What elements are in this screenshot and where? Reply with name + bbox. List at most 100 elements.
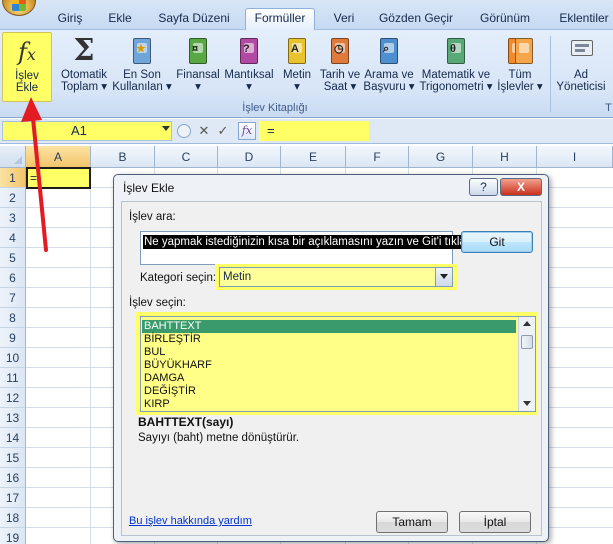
select-function-label: İşlev seçin: bbox=[129, 297, 186, 309]
tab-view[interactable]: Görünüm bbox=[472, 9, 538, 30]
row-header-14[interactable]: 14 bbox=[0, 428, 26, 448]
recent-book-icon: ★ bbox=[127, 36, 157, 66]
column-header-a[interactable]: A bbox=[26, 146, 91, 168]
select-all-corner[interactable] bbox=[0, 146, 26, 168]
financial-button[interactable]: ¤ Finansal ▾ bbox=[174, 32, 222, 102]
cancel-x-icon[interactable]: ✕ bbox=[196, 122, 212, 140]
formula-input[interactable]: = bbox=[259, 121, 369, 141]
active-cell-a1[interactable]: = bbox=[26, 167, 91, 189]
search-function-label: İşlev ara: bbox=[129, 211, 176, 223]
name-manager-label-1: Ad bbox=[573, 69, 589, 81]
row-header-2[interactable]: 2 bbox=[0, 188, 26, 208]
row-header-11[interactable]: 11 bbox=[0, 368, 26, 388]
column-header-b[interactable]: B bbox=[91, 146, 155, 168]
name-manager-icon bbox=[566, 36, 596, 66]
function-list-item[interactable]: DAMGA bbox=[142, 372, 516, 385]
function-listbox[interactable]: BAHTTEXT BİRLEŞTİR BUL BÜYÜKHARF DAMGA D… bbox=[140, 316, 536, 412]
row-header-19[interactable]: 19 bbox=[0, 528, 26, 544]
cancel-button[interactable]: İptal bbox=[459, 511, 531, 533]
row-header-5[interactable]: 5 bbox=[0, 248, 26, 268]
dialog-close-button[interactable]: X bbox=[500, 178, 542, 196]
logical-label-1: Mantıksal bbox=[224, 69, 274, 81]
scroll-down-icon[interactable] bbox=[523, 401, 531, 406]
scroll-thumb[interactable] bbox=[521, 335, 533, 349]
insert-function-label-1: İşlev bbox=[15, 70, 39, 82]
function-signature: BAHTTEXT(sayı) bbox=[138, 415, 234, 429]
category-value: Metin bbox=[223, 271, 252, 283]
row-header-10[interactable]: 10 bbox=[0, 348, 26, 368]
tab-home[interactable]: Giriş bbox=[50, 9, 90, 30]
date-time-book-icon: ◷ bbox=[325, 36, 355, 66]
function-list-item[interactable]: BAHTTEXT bbox=[142, 320, 516, 333]
column-header-e[interactable]: E bbox=[281, 146, 346, 168]
row-header-18[interactable]: 18 bbox=[0, 508, 26, 528]
tab-addins[interactable]: Eklentiler bbox=[553, 9, 613, 30]
dialog-body: İşlev ara: Ne yapmak istediğinizin kısa … bbox=[121, 201, 542, 536]
function-list-item[interactable]: BİRLEŞTİR bbox=[142, 333, 516, 346]
text-label-1: Metin bbox=[282, 69, 312, 81]
function-list-scrollbar[interactable] bbox=[518, 317, 535, 411]
row-header-3[interactable]: 3 bbox=[0, 208, 26, 228]
name-manager-button[interactable]: Ad Yöneticisi bbox=[553, 32, 609, 102]
category-select[interactable]: Metin bbox=[219, 267, 453, 287]
row-header-1[interactable]: 1 bbox=[0, 168, 26, 188]
math-trig-button[interactable]: θ Matematik ve Trigonometri ▾ bbox=[415, 32, 497, 102]
row-header-15[interactable]: 15 bbox=[0, 448, 26, 468]
column-header-h[interactable]: H bbox=[473, 146, 537, 168]
insert-function-button[interactable]: fx İşlev Ekle bbox=[2, 32, 52, 102]
column-header-f[interactable]: F bbox=[346, 146, 409, 168]
lookup-reference-button[interactable]: ⌕ Arama ve Başvuru ▾ bbox=[363, 32, 415, 102]
row-header-13[interactable]: 13 bbox=[0, 408, 26, 428]
row-header-7[interactable]: 7 bbox=[0, 288, 26, 308]
row-header-17[interactable]: 17 bbox=[0, 488, 26, 508]
tab-insert[interactable]: Ekle bbox=[100, 9, 140, 30]
tab-formulas[interactable]: Formüller bbox=[245, 8, 315, 30]
column-header-g[interactable]: G bbox=[409, 146, 473, 168]
tab-review[interactable]: Gözden Geçir bbox=[374, 9, 458, 30]
go-button[interactable]: Git bbox=[461, 231, 533, 253]
row-header-4[interactable]: 4 bbox=[0, 228, 26, 248]
function-list-item[interactable]: KIRP bbox=[142, 398, 516, 411]
function-list-item[interactable]: BÜYÜKHARF bbox=[142, 359, 516, 372]
row-header-8[interactable]: 8 bbox=[0, 308, 26, 328]
recently-used-label-2: Kullanılan ▾ bbox=[112, 81, 172, 93]
row-header-16[interactable]: 16 bbox=[0, 468, 26, 488]
math-label-1: Matematik ve bbox=[421, 69, 491, 81]
ribbon-formulas: fx İşlev Ekle Σ Otomatik Toplam ▾ ★ En S… bbox=[0, 30, 613, 118]
search-function-input[interactable]: Ne yapmak istediğinizin kısa bir açıklam… bbox=[140, 231, 480, 265]
lookup-label-2: Başvuru ▾ bbox=[363, 81, 415, 93]
category-dropdown-icon[interactable] bbox=[435, 268, 452, 286]
scroll-up-icon[interactable] bbox=[523, 321, 531, 326]
function-list-item[interactable]: DEĞİŞTİR bbox=[142, 385, 516, 398]
column-header-i[interactable]: I bbox=[537, 146, 613, 168]
column-header-d[interactable]: D bbox=[218, 146, 281, 168]
ok-button[interactable]: Tamam bbox=[376, 511, 448, 533]
row-header-12[interactable]: 12 bbox=[0, 388, 26, 408]
enter-check-icon[interactable]: ✓ bbox=[215, 122, 231, 140]
recently-used-button[interactable]: ★ En Son Kullanılan ▾ bbox=[112, 32, 172, 102]
office-button[interactable] bbox=[2, 0, 36, 16]
date-time-button[interactable]: ◷ Tarih ve Saat ▾ bbox=[316, 32, 364, 102]
row-header-6[interactable]: 6 bbox=[0, 268, 26, 288]
tab-page-layout[interactable]: Sayfa Düzeni bbox=[152, 9, 236, 30]
formula-bar-expand-icon[interactable] bbox=[177, 124, 191, 138]
insert-function-fx-icon[interactable]: fx bbox=[238, 122, 256, 140]
more-functions-button[interactable]: Tüm İşlevler ▾ bbox=[496, 32, 544, 102]
logical-button[interactable]: ? Mantıksal ▾ bbox=[222, 32, 276, 102]
name-box-dropdown-icon[interactable] bbox=[162, 126, 170, 131]
column-header-c[interactable]: C bbox=[155, 146, 218, 168]
name-box[interactable]: A1 bbox=[2, 121, 172, 141]
autosum-button[interactable]: Σ Otomatik Toplam ▾ bbox=[56, 32, 112, 102]
logical-label-2: ▾ bbox=[246, 81, 252, 93]
tab-data[interactable]: Veri bbox=[328, 9, 360, 30]
dialog-help-button[interactable]: ? bbox=[469, 178, 498, 196]
row-header-9[interactable]: 9 bbox=[0, 328, 26, 348]
function-help-link[interactable]: Bu işlev hakkında yardım bbox=[129, 515, 252, 527]
lookup-book-icon: ⌕ bbox=[374, 36, 404, 66]
text-button[interactable]: A Metin ▾ bbox=[279, 32, 315, 102]
fx-icon: fx bbox=[18, 38, 36, 66]
function-list-item[interactable]: BUL bbox=[142, 346, 516, 359]
dialog-title: İşlev Ekle bbox=[123, 181, 175, 195]
name-manager-label-2: Yöneticisi bbox=[556, 81, 606, 93]
text-label-2: ▾ bbox=[294, 81, 300, 93]
